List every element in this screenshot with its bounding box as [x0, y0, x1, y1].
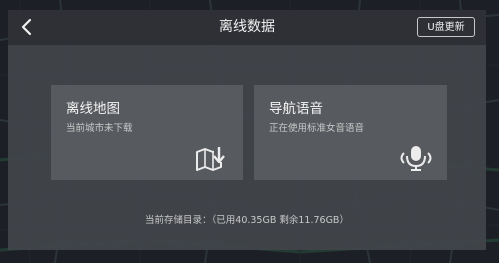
navigation-voice-card[interactable]: 导航语音 正在使用标准女音语音 — [254, 85, 447, 180]
back-button[interactable] — [16, 16, 38, 38]
header-bar: 离线数据 U盘更新 — [8, 10, 486, 45]
navigation-voice-status: 正在使用标准女音语音 — [269, 123, 365, 134]
map-download-icon — [194, 143, 230, 173]
offline-data-panel: 离线数据 U盘更新 离线地图 当前城市未下载 导航语音 正在使用标准女音语音 当… — [8, 10, 486, 250]
voice-microphone-icon — [398, 143, 434, 173]
offline-map-status: 当前城市未下载 — [66, 123, 133, 134]
offline-map-card[interactable]: 离线地图 当前城市未下载 — [51, 85, 243, 180]
udisk-update-button[interactable]: U盘更新 — [417, 17, 475, 37]
offline-map-title: 离线地图 — [66, 101, 120, 117]
chevron-left-icon — [21, 18, 32, 36]
page-title: 离线数据 — [219, 19, 275, 35]
storage-info: 当前存储目录：（已用40.35GB 剩余11.76GB） — [145, 215, 349, 226]
navigation-voice-title: 导航语音 — [269, 101, 323, 117]
